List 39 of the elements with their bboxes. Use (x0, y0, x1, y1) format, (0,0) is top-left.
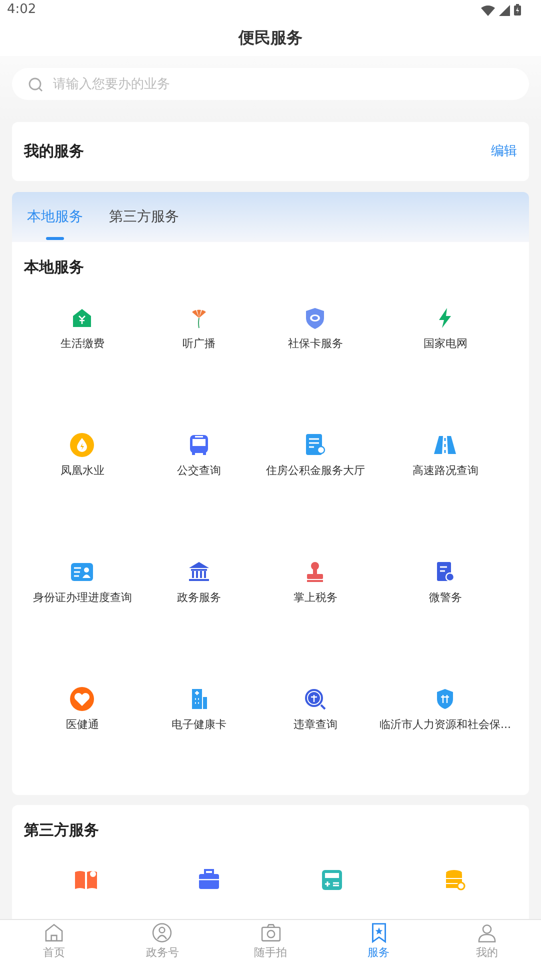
home-icon (43, 922, 66, 944)
service-item[interactable]: 身份证办理进度查询 (24, 540, 140, 668)
section-title: 本地服务 (24, 257, 85, 278)
wifi-icon (481, 4, 495, 16)
drop-icon (70, 432, 94, 456)
building-icon (186, 560, 211, 584)
document-icon (303, 432, 328, 456)
service-item[interactable]: 社保卡服务 (257, 286, 374, 414)
signal-icon (499, 4, 510, 16)
page-title: 便民服务 (238, 27, 302, 49)
book-icon (74, 868, 98, 892)
service-item[interactable]: 电子健康卡 (140, 668, 257, 794)
service-item[interactable]: 国家电网 (374, 286, 517, 414)
section-title: 第三方服务 (24, 820, 100, 840)
person-icon (476, 922, 498, 944)
calculator-icon (320, 868, 344, 892)
tab[interactable]: 第三方服务 (109, 192, 179, 242)
briefcase-icon (196, 868, 221, 892)
battery-icon (514, 4, 521, 16)
service-item[interactable]: 凤凰水业 (24, 414, 140, 540)
service-item[interactable]: 临沂市人力资源和社会保... (374, 668, 517, 794)
service-item[interactable]: 医健通 (24, 668, 140, 794)
service-item[interactable]: 住房公积金服务大厅 (257, 414, 374, 540)
section-title: 我的服务 (24, 141, 84, 162)
service-item[interactable]: 高速路况查询 (374, 414, 517, 540)
service-item[interactable]: 掌上税务 (257, 540, 374, 668)
person-badge-icon (151, 922, 174, 944)
service-item[interactable]: 生活缴费 (24, 286, 140, 414)
clock: 4:02 (7, 1, 36, 20)
tab-indicator (46, 237, 64, 240)
coins-icon (443, 868, 468, 892)
camera-icon (260, 922, 282, 944)
service-item[interactable]: 听广播 (140, 286, 257, 414)
service-item[interactable]: 公交查询 (140, 414, 257, 540)
service-item[interactable]: 违章查询 (257, 668, 374, 794)
service-item[interactable]: 微警务 (374, 540, 517, 668)
search-icon (303, 686, 328, 710)
search-icon (28, 76, 43, 92)
service-item[interactable]: 政务服务 (140, 540, 257, 668)
